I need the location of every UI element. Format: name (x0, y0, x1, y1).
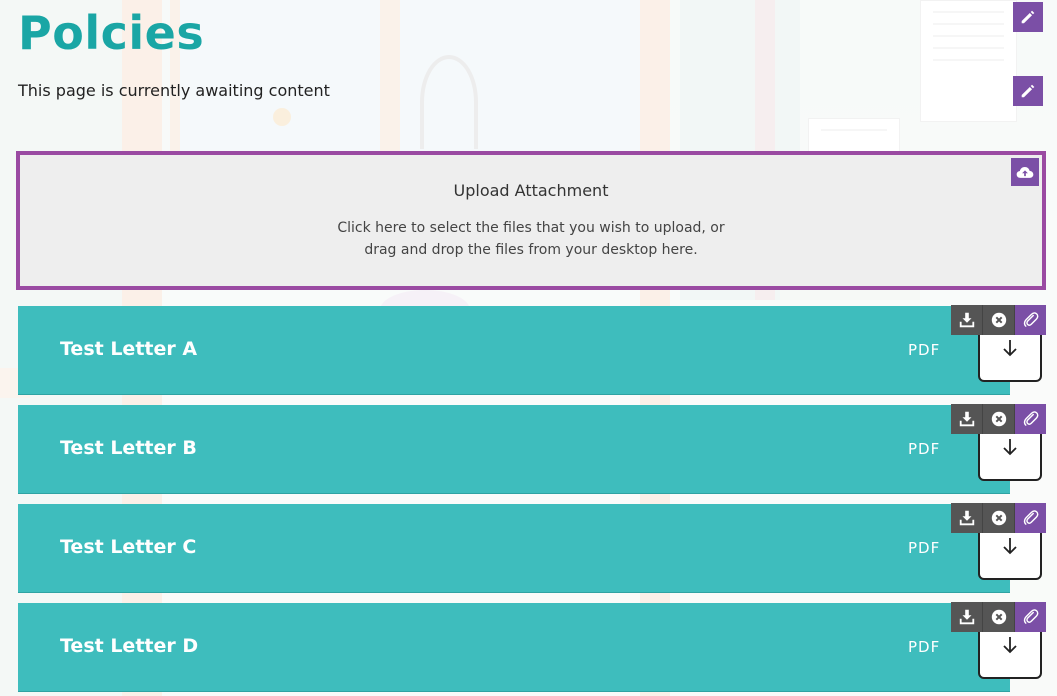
attachment-item[interactable]: Test Letter B PDF (18, 404, 1057, 494)
download-icon (959, 609, 974, 625)
attach-button[interactable] (1015, 602, 1046, 632)
close-circle-icon (991, 312, 1006, 328)
attach-button[interactable] (1015, 305, 1046, 335)
arrow-down-icon (1003, 538, 1017, 555)
paperclip-icon (1023, 312, 1038, 327)
paperclip-icon (1023, 411, 1038, 426)
arrow-down-icon (1003, 340, 1017, 357)
attachment-item[interactable]: Test Letter C PDF (18, 503, 1057, 593)
attachment-list: Test Letter A PDF Test Letter B PDF Test… (0, 0, 1057, 696)
download-icon (959, 312, 974, 328)
download-button[interactable] (951, 503, 983, 533)
attachment-type: PDF (908, 638, 941, 656)
attachment-type: PDF (908, 440, 941, 458)
attachment-item[interactable]: Test Letter A PDF (18, 305, 1057, 395)
arrow-down-icon (1003, 439, 1017, 456)
attachment-type: PDF (908, 341, 941, 359)
close-circle-icon (991, 411, 1006, 427)
arrow-down-icon (1003, 637, 1017, 654)
attach-button[interactable] (1015, 404, 1046, 434)
attachment-name: Test Letter D (60, 635, 199, 657)
download-button[interactable] (951, 602, 983, 632)
remove-button[interactable] (983, 404, 1015, 434)
download-icon (959, 510, 974, 526)
paperclip-icon (1023, 510, 1038, 525)
page: Polcies This page is currently awaiting … (0, 0, 1057, 696)
download-button[interactable] (951, 305, 983, 335)
attachment-toolbar (951, 602, 1046, 632)
remove-button[interactable] (983, 602, 1015, 632)
attachment-type: PDF (908, 539, 941, 557)
remove-button[interactable] (983, 305, 1015, 335)
close-circle-icon (991, 510, 1006, 526)
attachment-name: Test Letter B (60, 437, 197, 459)
attachment-name: Test Letter C (60, 536, 197, 558)
attachment-item[interactable]: Test Letter D PDF (18, 602, 1057, 692)
attachment-toolbar (951, 503, 1046, 533)
attachment-toolbar (951, 305, 1046, 335)
download-icon (959, 411, 974, 427)
attach-button[interactable] (1015, 503, 1046, 533)
download-button[interactable] (951, 404, 983, 434)
attachment-toolbar (951, 404, 1046, 434)
close-circle-icon (991, 609, 1006, 625)
attachment-name: Test Letter A (60, 338, 198, 360)
remove-button[interactable] (983, 503, 1015, 533)
paperclip-icon (1023, 609, 1038, 624)
